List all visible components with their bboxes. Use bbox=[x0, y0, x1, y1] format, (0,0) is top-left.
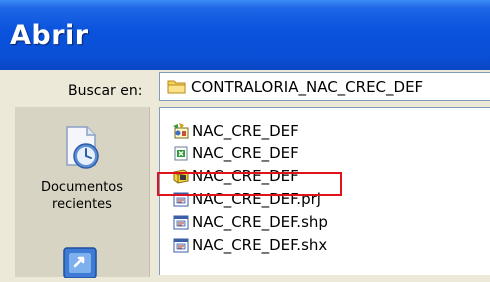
place-label-line1: Documentos bbox=[40, 180, 124, 195]
list-item[interactable]: NAC_CRE_DEF bbox=[172, 120, 299, 142]
list-item[interactable]: NAC_CRE_DEF.shx bbox=[172, 234, 327, 256]
folder-icon bbox=[167, 78, 187, 99]
recent-documents-icon bbox=[61, 125, 103, 175]
desktop-icon bbox=[61, 244, 101, 282]
map-project-icon bbox=[172, 122, 190, 140]
look-in-dropdown[interactable]: CONTRALORIA_NAC_CREC_DEF bbox=[159, 72, 490, 101]
window-title: Abrir bbox=[10, 20, 89, 51]
file-name: NAC_CRE_DEF.shx bbox=[192, 236, 328, 254]
look-in-label: Buscar en: bbox=[68, 83, 143, 99]
look-in-value: CONTRALORIA_NAC_CREC_DEF bbox=[191, 78, 424, 96]
places-bar: Documentos recientes bbox=[15, 107, 150, 279]
spreadsheet-icon bbox=[172, 144, 190, 162]
system-file-icon bbox=[172, 236, 190, 254]
file-name: NAC_CRE_DEF bbox=[192, 144, 299, 162]
file-name: NAC_CRE_DEF bbox=[192, 122, 299, 140]
file-name: NAC_CRE_DEF.shp bbox=[192, 213, 328, 231]
list-item[interactable]: NAC_CRE_DEF bbox=[172, 142, 299, 164]
title-bar[interactable]: Abrir bbox=[0, 0, 490, 70]
list-item[interactable]: NAC_CRE_DEF.shp bbox=[172, 211, 328, 233]
system-file-icon bbox=[172, 213, 190, 231]
place-label-line2: recientes bbox=[52, 197, 112, 212]
highlight-box bbox=[157, 172, 342, 196]
